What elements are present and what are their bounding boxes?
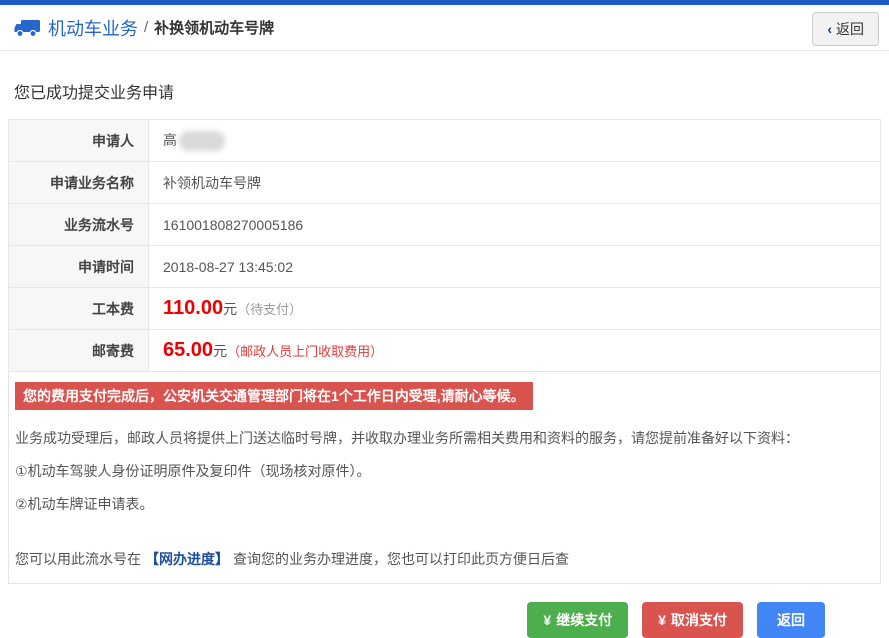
online-progress-link[interactable]: 【网办进度】 [145,551,229,567]
row-label: 申请业务名称 [9,162,149,204]
progress-hint-post: 查询您的业务办理进度，您也可以打印此页方便日后查 [233,551,569,567]
truck-icon [14,18,40,38]
row-label: 申请人 [9,120,149,162]
table-row-apply-time: 申请时间 2018-08-27 13:45:02 [9,246,881,288]
application-details-table: 申请人 高 申请业务名称 补领机动车号牌 业务流水号 1610018082700… [8,119,881,372]
serial-number: 161001808270005186 [149,204,881,246]
fee-status-note: （待支付） [237,302,302,317]
notice-item-2: ②机动车牌证申请表。 [15,494,874,515]
yen-icon: ¥ [543,612,551,628]
row-label: 工本费 [9,288,149,330]
return-button[interactable]: 返回 [757,602,825,638]
main-content: 您已成功提交业务申请 申请人 高 申请业务名称 补领机动车号牌 业务流水号 16… [0,79,889,638]
success-heading: 您已成功提交业务申请 [14,79,875,103]
progress-hint: 您可以用此流水号在【网办进度】查询您的业务办理进度，您也可以打印此页方便日后查 [15,549,874,569]
yen-icon: ¥ [658,612,666,628]
row-value: 补领机动车号牌 [149,162,881,204]
continue-payment-button[interactable]: ¥ 继续支付 [527,602,628,638]
applicant-name: 高 [163,132,177,148]
return-button-label: 返回 [777,612,805,628]
row-value: 110.00元（待支付） [149,288,881,330]
row-value: 65.00元（邮政人员上门收取费用） [149,330,881,372]
cancel-payment-button[interactable]: ¥ 取消支付 [642,602,743,638]
table-row-serial-number: 业务流水号 161001808270005186 [9,204,881,246]
chevron-left-icon: ‹ [827,21,832,37]
breadcrumb-separator: / [144,19,148,36]
back-button-top-label: 返回 [836,21,864,37]
table-row-business-name: 申请业务名称 补领机动车号牌 [9,162,881,204]
table-row-postage-fee: 邮寄费 65.00元（邮政人员上门收取费用） [9,330,881,372]
apply-timestamp: 2018-08-27 13:45:02 [149,246,881,288]
table-row-production-fee: 工本费 110.00元（待支付） [9,288,881,330]
cancel-payment-label: 取消支付 [671,612,727,628]
progress-hint-pre: 您可以用此流水号在 [15,551,141,567]
row-label: 邮寄费 [9,330,149,372]
fee-unit: 元 [223,301,237,317]
row-label: 申请时间 [9,246,149,288]
redacted-name-blur [179,131,225,151]
production-fee-amount: 110.00 [163,297,223,319]
postage-collection-note: （邮政人员上门收取费用） [227,344,383,359]
continue-payment-label: 继续支付 [556,612,612,628]
table-row-applicant: 申请人 高 [9,120,881,162]
payment-alert-banner: 您的费用支付完成后，公安机关交通管理部门将在1个工作日内受理,请耐心等候。 [15,382,533,410]
row-label: 业务流水号 [9,204,149,246]
action-button-row: ¥ 继续支付 ¥ 取消支付 返回 [8,584,881,638]
back-button-top[interactable]: ‹返回 [812,12,879,46]
breadcrumb-page-title: 补换领机动车号牌 [154,17,274,38]
notice-item-1: ①机动车驾驶人身份证明原件及复印件（现场核对原件）。 [15,461,874,482]
notice-box: 您的费用支付完成后，公安机关交通管理部门将在1个工作日内受理,请耐心等候。 业务… [8,371,881,584]
breadcrumb-section[interactable]: 机动车业务 [48,15,138,41]
row-value: 高 [149,120,881,162]
notice-intro: 业务成功受理后，邮政人员将提供上门送达临时号牌，并收取办理业务所需相关费用和资料… [15,428,874,449]
postage-fee-amount: 65.00 [163,339,213,361]
page-header: 机动车业务 / 补换领机动车号牌 ‹返回 [0,5,889,51]
fee-unit: 元 [213,343,227,359]
